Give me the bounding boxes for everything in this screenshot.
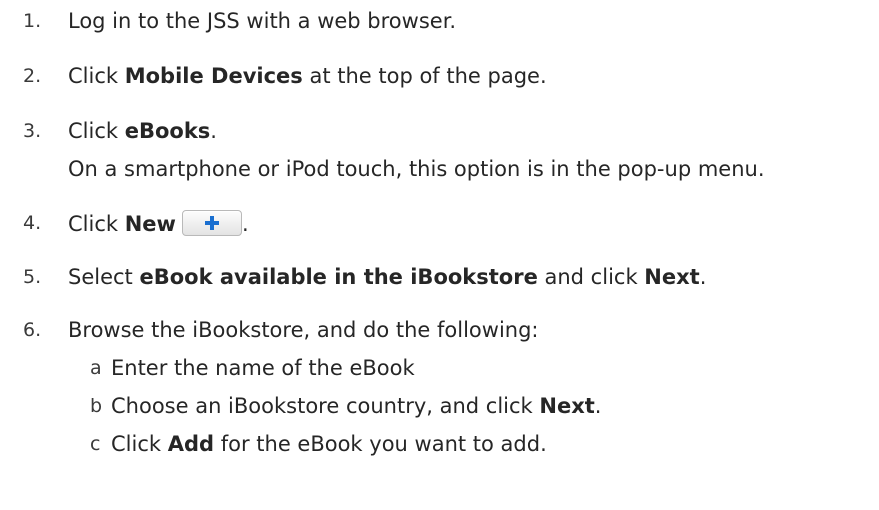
substep-ui-term: Next [539,394,595,418]
step-text: Click New. [68,210,249,237]
step-text-pre: Select [68,265,140,289]
step-ui-term: eBook available in the iBookstore [139,265,538,289]
substep-text: Click Add for the eBook you want to add. [111,431,547,457]
substep-letter: b [90,395,103,417]
substep-text-post: for the eBook you want to add. [214,432,547,456]
step-text-pre: Click [68,119,125,143]
step-text-post: at the top of the page. [302,64,547,88]
step-ui-term: Next [644,265,700,289]
substep-ui-term: Add [167,432,215,456]
step-text: Browse the iBookstore, and do the follow… [68,318,539,342]
step-text: Click eBooks. [68,118,217,144]
step-number: 3. [23,120,42,142]
step-text-post: . [210,119,217,143]
substep-text: Choose an iBookstore country, and click … [111,393,601,419]
substep-letter: c [90,433,101,455]
step-text-pre: Click [68,64,125,88]
substep-text-pre: Click [111,432,168,456]
step-text: Select eBook available in the iBookstore… [68,264,706,290]
plus-icon [204,216,219,230]
step-number: 6. [23,319,42,341]
step-number: 5. [23,266,42,288]
step-number: 1. [23,10,42,32]
step-ui-term: Mobile Devices [124,64,303,88]
step-ui-term: eBooks [124,119,211,143]
step-text-pre: Click [68,212,125,236]
step-number: 2. [23,65,42,87]
substep-text: Enter the name of the eBook [111,356,415,380]
step-ui-term: New [124,212,176,236]
new-button-image [181,210,242,236]
instructions-document: 1. Log in to the JSS with a web browser.… [0,0,879,510]
step-text-mid: and click [537,265,645,289]
substep-letter: a [90,357,102,379]
substep-text-post: . [594,394,602,418]
substep-text-pre: Choose an iBookstore country, and click [111,394,540,418]
step-text-post: . [699,265,707,289]
step-text: Log in to the JSS with a web browser. [68,9,457,33]
step-number: 4. [23,212,42,234]
step-note: On a smartphone or iPod touch, this opti… [68,157,765,181]
step-text-post: . [241,212,249,236]
step-text: Click Mobile Devices at the top of the p… [68,63,547,89]
